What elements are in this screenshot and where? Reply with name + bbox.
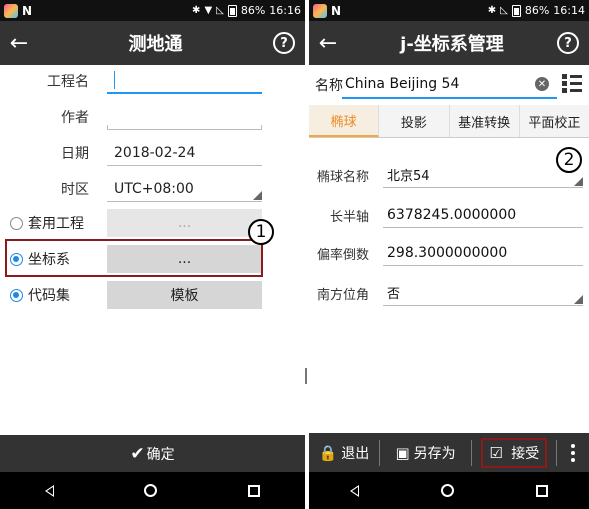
- n-notification-icon: N: [22, 3, 33, 18]
- tab-projection[interactable]: 投影: [379, 105, 450, 137]
- battery-icon: [511, 4, 521, 17]
- semi-major-axis-input[interactable]: 6378245.0000000: [383, 202, 583, 228]
- name-bar: 名称 China Beijing 54 ✕: [309, 65, 589, 105]
- clock: 16:16: [269, 4, 301, 17]
- accept-button-area: ☑ 接受: [472, 433, 556, 472]
- tab-bar: 椭球 投影 基准转换 平面校正: [309, 105, 589, 138]
- nav-bar: [0, 472, 305, 509]
- status-bar: N ✱ ◺ 86% 16:14: [309, 0, 589, 21]
- author-label: 作者: [61, 110, 89, 126]
- tab-datum-transform[interactable]: 基准转换: [450, 105, 520, 137]
- tab-ellipsoid[interactable]: 椭球: [309, 105, 380, 137]
- divider-mark: [305, 368, 307, 384]
- south-azimuth-row: 南方位角 否: [309, 273, 589, 313]
- page-title: j-坐标系管理: [400, 34, 504, 55]
- apply-project-radio[interactable]: [10, 216, 23, 230]
- save-as-button[interactable]: ▣ 另存为: [380, 433, 472, 472]
- battery-percent: 86%: [240, 4, 266, 17]
- project-name-label: 工程名: [47, 74, 89, 90]
- text-cursor: [114, 71, 115, 89]
- wifi-icon: ▼: [204, 5, 213, 16]
- project-name-input[interactable]: [107, 68, 262, 94]
- step-marker-1: 1: [248, 219, 274, 245]
- page-title: 测地通: [128, 34, 183, 55]
- inverse-flattening-label: 偏率倒数: [316, 247, 369, 263]
- inverse-flattening-row: 偏率倒数 298.3000000000: [309, 233, 589, 273]
- checkmark-icon: ✔: [130, 443, 145, 464]
- bottom-toolbar: 🔒 退出 ▣ 另存为 ☑ 接受: [309, 433, 589, 472]
- south-azimuth-label: 南方位角: [316, 287, 369, 303]
- checkbox-icon: ☑: [489, 443, 503, 462]
- app-bar: ← 测地通 ?: [0, 21, 305, 65]
- name-input[interactable]: China Beijing 54 ✕: [342, 71, 557, 99]
- tab-plane-correction[interactable]: 平面校正: [520, 105, 589, 137]
- name-label: 名称: [315, 78, 343, 94]
- nav-bar: [309, 472, 589, 509]
- app-notification-icon: [4, 3, 18, 18]
- semi-major-axis-label: 长半轴: [329, 209, 369, 225]
- help-icon[interactable]: ?: [557, 32, 579, 54]
- battery-icon: [227, 4, 237, 17]
- coord-sys-highlight: [5, 239, 263, 277]
- clear-icon[interactable]: ✕: [535, 77, 549, 91]
- ellipsoid-name-row: 椭球名称 北京54: [309, 155, 589, 195]
- ellipsoid-name-dropdown[interactable]: 北京54: [383, 162, 583, 188]
- n-notification-icon: N: [331, 3, 342, 18]
- author-row: 作者: [0, 99, 305, 135]
- semi-major-axis-row: 长半轴 6378245.0000000: [309, 195, 589, 235]
- nav-recents-icon[interactable]: [247, 484, 260, 497]
- project-name-row: 工程名: [0, 63, 305, 99]
- inverse-flattening-input[interactable]: 298.3000000000: [383, 240, 583, 266]
- author-input[interactable]: [107, 104, 262, 130]
- timezone-dropdown[interactable]: UTC+08:00: [107, 176, 262, 202]
- accept-button[interactable]: ☑ 接受: [481, 437, 548, 468]
- back-arrow-icon[interactable]: ←: [309, 31, 347, 56]
- date-label: 日期: [61, 146, 89, 162]
- exit-button[interactable]: 🔒 退出: [309, 433, 379, 472]
- timezone-label: 时区: [61, 182, 89, 198]
- apply-project-label: 套用工程: [28, 216, 84, 232]
- status-bar: N ✱ ▼ ◺ 86% 16:16: [0, 0, 305, 21]
- right-screen: N ✱ ◺ 86% 16:14 ← j-坐标系管理 ? 名称 China Bei…: [309, 0, 589, 509]
- code-set-label: 代码集: [28, 288, 70, 304]
- no-signal-icon: ◺: [216, 5, 224, 16]
- lock-icon: 🔒: [318, 443, 338, 462]
- list-menu-icon[interactable]: [562, 73, 582, 93]
- more-options-icon[interactable]: [557, 433, 589, 472]
- code-set-row: 代码集 模板: [0, 280, 305, 310]
- nav-back-icon[interactable]: [350, 484, 359, 497]
- code-set-button[interactable]: 模板: [107, 281, 262, 309]
- nav-home-icon[interactable]: [441, 484, 454, 497]
- nav-recents-icon[interactable]: [536, 484, 548, 497]
- code-set-radio[interactable]: [10, 288, 23, 302]
- ellipsoid-name-label: 椭球名称: [316, 169, 369, 185]
- apply-project-button[interactable]: ...: [107, 209, 262, 237]
- save-icon: ▣: [395, 443, 410, 462]
- south-azimuth-dropdown[interactable]: 否: [383, 280, 583, 306]
- no-signal-icon: ◺: [500, 5, 508, 16]
- confirm-button[interactable]: ✔ 确定: [0, 435, 305, 472]
- date-input[interactable]: 2018-02-24: [107, 140, 262, 166]
- left-screen: N ✱ ▼ ◺ 86% 16:16 ← 测地通 ? 工程名 作者 日期 2018…: [0, 0, 305, 509]
- back-arrow-icon[interactable]: ←: [0, 31, 38, 56]
- date-row: 日期 2018-02-24: [0, 135, 305, 171]
- battery-percent: 86%: [524, 4, 550, 17]
- nav-home-icon[interactable]: [144, 484, 158, 497]
- bluetooth-icon: ✱: [487, 5, 497, 16]
- help-icon[interactable]: ?: [273, 32, 295, 54]
- clock: 16:14: [553, 4, 585, 17]
- timezone-row: 时区 UTC+08:00: [0, 171, 305, 207]
- app-notification-icon: [313, 3, 327, 18]
- step-marker-2: 2: [556, 147, 582, 173]
- app-bar: ← j-坐标系管理 ?: [309, 21, 589, 65]
- nav-back-icon[interactable]: [45, 484, 55, 497]
- bluetooth-icon: ✱: [192, 5, 201, 16]
